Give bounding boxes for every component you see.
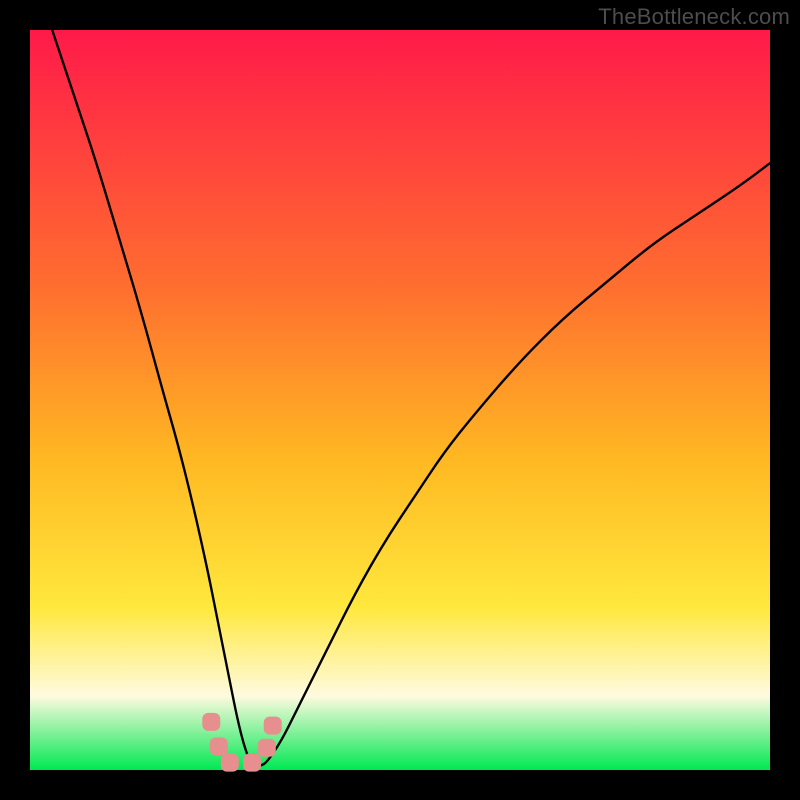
curve-marker [210,737,228,755]
curve-marker [202,713,220,731]
curve-markers [202,713,281,772]
curve-marker [243,754,261,772]
bottleneck-curve-path [52,30,770,766]
curve-marker [264,717,282,735]
bottleneck-curve-svg [30,30,770,770]
plot-area [30,30,770,770]
curve-marker [221,754,239,772]
watermark-text: TheBottleneck.com [598,4,790,30]
chart-frame: TheBottleneck.com [0,0,800,800]
curve-marker [258,739,276,757]
